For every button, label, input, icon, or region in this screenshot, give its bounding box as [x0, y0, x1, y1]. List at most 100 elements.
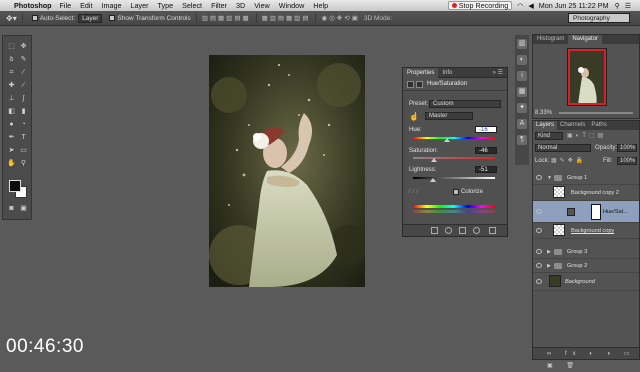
menu-image[interactable]: Image: [102, 1, 122, 10]
hue-value-input[interactable]: -16: [475, 126, 497, 133]
swatches-icon[interactable]: ▦: [517, 87, 527, 97]
lightness-value-input[interactable]: -51: [475, 166, 497, 173]
menubar-clock[interactable]: Mon Jun 25 11:22 PM: [539, 1, 609, 10]
menu-filter[interactable]: Filter: [211, 1, 227, 10]
info-icon[interactable]: i: [517, 71, 527, 81]
volume-icon[interactable]: ◀: [528, 2, 533, 10]
view-previous-icon[interactable]: [445, 227, 452, 234]
menu-edit[interactable]: Edit: [80, 1, 92, 10]
move-tool-icon[interactable]: ✥▾: [6, 14, 17, 23]
shape-tool-icon[interactable]: ▭: [19, 146, 28, 155]
tab-info[interactable]: Info: [438, 68, 456, 78]
dodge-tool-icon[interactable]: ◔: [19, 120, 28, 129]
app-menu[interactable]: Photoshop: [14, 1, 52, 10]
quick-select-icon[interactable]: ✎: [19, 55, 28, 64]
navigator-thumbnail[interactable]: [567, 48, 607, 106]
visibility-icon[interactable]: [473, 227, 480, 234]
auto-select-checkbox[interactable]: [31, 15, 38, 21]
hue-slider[interactable]: [413, 137, 495, 139]
blend-mode-dropdown[interactable]: Normal: [535, 144, 591, 152]
document-canvas-photo[interactable]: [209, 55, 365, 287]
menu-window[interactable]: Window: [279, 1, 305, 10]
tab-navigator[interactable]: Navigator: [568, 35, 603, 44]
brush-tool-icon[interactable]: ∕: [19, 81, 28, 90]
menu-type[interactable]: Type: [157, 1, 173, 10]
eyedropper-icon[interactable]: ⁄: [19, 68, 28, 77]
distribute-icons[interactable]: ▦▥▤▦▥▤: [262, 14, 311, 22]
adjustments-icon[interactable]: ◐: [517, 55, 527, 65]
zoom-level[interactable]: 8.33%: [535, 110, 552, 116]
styles-icon[interactable]: ✦: [517, 103, 527, 113]
screen-mode-icon[interactable]: ▣: [19, 204, 28, 213]
group-expand-icon[interactable]: ▶: [547, 259, 551, 273]
menu-layer[interactable]: Layer: [131, 1, 149, 10]
eraser-tool-icon[interactable]: ◧: [7, 107, 16, 116]
visibility-eye-icon[interactable]: [536, 263, 542, 268]
menu-help[interactable]: Help: [313, 1, 328, 10]
tab-paths[interactable]: Paths: [588, 121, 609, 130]
filter-icons[interactable]: ▣◐T⬚▤: [567, 132, 606, 141]
group-expand-icon[interactable]: ▼: [547, 171, 552, 185]
spotlight-icon[interactable]: ⚲: [615, 2, 620, 10]
group-expand-icon[interactable]: ▶: [547, 245, 551, 259]
pen-tool-icon[interactable]: ✒: [7, 133, 16, 142]
transform-controls-checkbox[interactable]: [109, 15, 116, 21]
tab-histogram[interactable]: Histogram: [533, 35, 568, 44]
layer-row[interactable]: ▶ Group 2: [533, 259, 639, 273]
reset-icon[interactable]: [459, 227, 466, 234]
crop-tool-icon[interactable]: ⌗: [7, 68, 16, 77]
hand-tool-icon[interactable]: ✋: [7, 159, 16, 168]
lightness-slider-knob[interactable]: [430, 178, 436, 182]
tab-layers[interactable]: Layers: [533, 121, 558, 130]
layer-row[interactable]: Background copy 2: [533, 185, 639, 201]
opacity-input[interactable]: 100%: [617, 144, 637, 152]
hue-slider-knob[interactable]: [444, 138, 450, 142]
paragraph-icon[interactable]: ¶: [517, 135, 527, 145]
history-brush-icon[interactable]: ∫: [19, 94, 28, 103]
align-icons[interactable]: ▥▤▦▥▤▦: [202, 14, 251, 22]
lock-icons[interactable]: ▦✎✥🔒: [551, 157, 586, 166]
foreground-color-swatch[interactable]: [9, 180, 21, 192]
auto-select-dropdown[interactable]: Layer: [78, 13, 103, 23]
path-select-icon[interactable]: ➤: [7, 146, 16, 155]
zoom-slider[interactable]: [559, 112, 633, 114]
marquee-tool-icon[interactable]: ⬚: [7, 42, 16, 51]
visibility-eye-icon[interactable]: [536, 175, 542, 180]
notification-icon[interactable]: ☰: [625, 2, 631, 10]
channel-dropdown[interactable]: Master: [425, 112, 473, 120]
navigator-view-box[interactable]: [568, 49, 606, 105]
layer-filter-dropdown[interactable]: Kind: [535, 132, 563, 140]
histogram-icon[interactable]: ▥: [517, 39, 527, 49]
lasso-tool-icon[interactable]: ꝺ: [7, 55, 16, 64]
wifi-icon[interactable]: ◠: [517, 2, 523, 10]
saturation-value-input[interactable]: -46: [475, 147, 497, 154]
3d-mode-icons[interactable]: ◉◎✥⟲▣: [321, 14, 359, 22]
panel-menu-icon[interactable]: » ☰: [493, 69, 503, 76]
blur-tool-icon[interactable]: ●: [7, 120, 16, 129]
layer-mask-thumbnail[interactable]: [591, 204, 601, 220]
visibility-eye-icon[interactable]: [536, 279, 542, 284]
type-tool-icon[interactable]: T: [19, 133, 28, 142]
clip-to-layer-icon[interactable]: [431, 227, 438, 234]
layer-action-icons[interactable]: ∞ fx ◐ ◑ ▭ ▣ 🗑: [547, 348, 639, 372]
menu-select[interactable]: Select: [182, 1, 202, 10]
gradient-tool-icon[interactable]: ▮: [19, 107, 28, 116]
menu-file[interactable]: File: [60, 1, 72, 10]
colorize-checkbox[interactable]: [453, 189, 459, 195]
zoom-tool-icon[interactable]: ⚲: [19, 159, 28, 168]
lightness-slider[interactable]: [413, 177, 495, 179]
layer-row[interactable]: ▶ Group 3: [533, 245, 639, 259]
trash-icon[interactable]: [489, 227, 496, 234]
visibility-eye-icon[interactable]: [536, 228, 542, 233]
stop-recording-button[interactable]: Stop Recording: [447, 1, 513, 10]
menu-view[interactable]: View: [254, 1, 269, 10]
quick-mask-icon[interactable]: ◙: [7, 204, 16, 213]
visibility-eye-icon[interactable]: [536, 249, 542, 254]
tab-channels[interactable]: Channels: [557, 121, 588, 130]
menu-3d[interactable]: 3D: [236, 1, 245, 10]
targeted-adjust-icon[interactable]: ☝: [409, 112, 419, 121]
fill-input[interactable]: 100%: [617, 157, 637, 165]
tab-properties[interactable]: Properties: [403, 67, 439, 78]
preset-dropdown[interactable]: Custom: [429, 100, 501, 108]
move-tool-icon[interactable]: ✥: [19, 42, 28, 51]
